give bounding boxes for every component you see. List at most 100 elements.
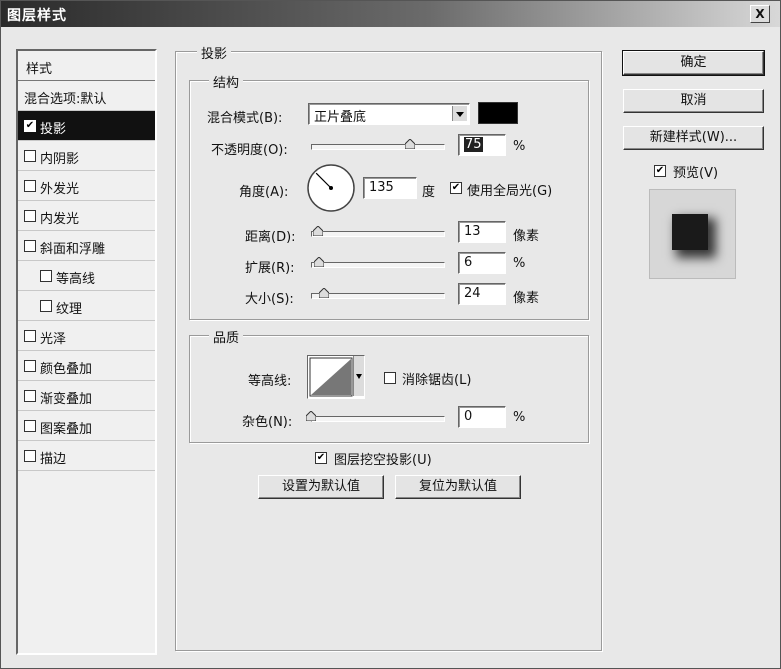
distance-slider-thumb[interactable] — [312, 226, 323, 236]
style-list-item[interactable]: 纹理 — [18, 291, 155, 321]
style-list-item[interactable]: ✔ 投影 — [18, 111, 155, 141]
style-item-label: 内发光 — [40, 212, 80, 227]
knockout-checkbox[interactable]: ✔ — [315, 452, 327, 464]
distance-label: 距离(D): — [245, 230, 296, 245]
contour-label: 等高线: — [248, 374, 292, 389]
spread-input[interactable]: 6 — [458, 252, 506, 274]
knockout-label: 图层挖空投影(U) — [334, 453, 432, 468]
size-value: 24 — [464, 286, 481, 301]
style-checkbox[interactable] — [40, 270, 52, 282]
make-default-button[interactable]: 设置为默认值 — [258, 475, 384, 499]
blend-mode-select[interactable]: 正片叠底 — [308, 103, 470, 125]
angle-unit: 度 — [422, 185, 436, 200]
spread-slider-track[interactable] — [311, 262, 445, 268]
style-checkbox[interactable] — [24, 180, 36, 192]
style-list-item[interactable]: 斜面和浮雕 — [18, 231, 155, 261]
preview-checkbox[interactable]: ✔ — [654, 165, 666, 177]
angle-value: 135 — [369, 180, 394, 195]
opacity-label: 不透明度(O): — [211, 143, 288, 158]
style-list-item[interactable]: 光泽 — [18, 321, 155, 351]
style-checkbox[interactable] — [24, 420, 36, 432]
reset-default-button[interactable]: 复位为默认值 — [395, 475, 521, 499]
spread-value: 6 — [464, 255, 473, 270]
spread-label: 扩展(R): — [245, 261, 295, 276]
style-list-item[interactable]: 外发光 — [18, 171, 155, 201]
style-item-label: 光泽 — [40, 332, 67, 347]
chevron-down-icon[interactable] — [452, 106, 467, 121]
style-list-item[interactable]: 描边 — [18, 441, 155, 471]
angle-input[interactable]: 135 — [363, 177, 417, 199]
style-item-label: 混合选项:默认 — [24, 92, 107, 107]
style-list-item[interactable]: 内阴影 — [18, 141, 155, 171]
style-item-label: 描边 — [40, 452, 67, 467]
contour-picker[interactable] — [307, 355, 365, 399]
cancel-button[interactable]: 取消 — [623, 89, 764, 113]
structure-title: 结构 — [209, 72, 244, 91]
style-checkbox[interactable] — [24, 330, 36, 342]
anti-aliased-label: 消除锯齿(L) — [402, 373, 472, 388]
style-item-label: 颜色叠加 — [40, 362, 93, 377]
angle-dial[interactable] — [306, 163, 356, 213]
opacity-input[interactable]: 75 — [458, 134, 506, 156]
style-checkbox[interactable] — [24, 240, 36, 252]
style-checkbox[interactable] — [40, 300, 52, 312]
anti-aliased-checkbox[interactable] — [384, 372, 396, 384]
angle-label: 角度(A): — [239, 185, 289, 200]
style-item-label: 渐变叠加 — [40, 392, 93, 407]
opacity-slider-track[interactable] — [311, 144, 445, 150]
opacity-unit: % — [513, 139, 526, 154]
shadow-color-swatch[interactable] — [478, 102, 518, 124]
close-button[interactable]: X — [750, 5, 770, 23]
layer-style-dialog: 图层样式 X 样式 混合选项:默认 ✔ 投影内阴影外发光内发光斜面和浮雕等高线纹理光… — [0, 0, 781, 669]
style-checkbox[interactable] — [24, 150, 36, 162]
styles-list-header[interactable]: 样式 — [18, 51, 155, 81]
noise-slider-track[interactable] — [311, 416, 445, 422]
contour-dropdown-icon[interactable] — [353, 356, 364, 396]
style-item-label: 投影 — [40, 122, 67, 137]
use-global-light-checkbox[interactable]: ✔ — [450, 182, 462, 194]
style-item-label: 外发光 — [40, 182, 80, 197]
ok-button[interactable]: 确定 — [622, 50, 765, 76]
style-list-item[interactable]: 渐变叠加 — [18, 381, 155, 411]
noise-slider-thumb[interactable] — [306, 411, 316, 421]
style-preview — [649, 189, 736, 279]
style-list-item[interactable]: 内发光 — [18, 201, 155, 231]
style-list-item[interactable]: 混合选项:默认 — [18, 81, 155, 111]
spread-unit: % — [513, 256, 526, 271]
noise-unit: % — [513, 410, 526, 425]
new-style-button[interactable]: 新建样式(W)... — [623, 126, 764, 150]
style-item-label: 图案叠加 — [40, 422, 93, 437]
size-unit: 像素 — [513, 291, 540, 306]
style-checkbox[interactable] — [24, 210, 36, 222]
opacity-slider-thumb[interactable] — [405, 139, 415, 149]
style-list-item[interactable]: 图案叠加 — [18, 411, 155, 441]
style-checkbox[interactable]: ✔ — [24, 120, 36, 132]
style-checkbox[interactable] — [24, 450, 36, 462]
distance-slider-track[interactable] — [311, 231, 445, 237]
drop-shadow-title: 投影 — [197, 43, 232, 62]
style-item-label: 等高线 — [56, 272, 96, 287]
title-bar[interactable]: 图层样式 X — [1, 1, 780, 27]
styles-list: 样式 混合选项:默认 ✔ 投影内阴影外发光内发光斜面和浮雕等高线纹理光泽颜色叠加渐变… — [16, 49, 157, 655]
style-list-item[interactable]: 颜色叠加 — [18, 351, 155, 381]
quality-title: 品质 — [209, 327, 244, 346]
dialog-title: 图层样式 — [7, 8, 67, 24]
size-slider-track[interactable] — [311, 293, 445, 299]
style-checkbox[interactable] — [24, 360, 36, 372]
blend-mode-label: 混合模式(B): — [207, 111, 283, 126]
distance-unit: 像素 — [513, 229, 540, 244]
blend-mode-value: 正片叠底 — [314, 110, 367, 125]
size-input[interactable]: 24 — [458, 283, 506, 305]
style-list-item[interactable]: 等高线 — [18, 261, 155, 291]
noise-input[interactable]: 0 — [458, 406, 506, 428]
use-global-light-label: 使用全局光(G) — [467, 184, 553, 199]
spread-slider-thumb[interactable] — [313, 257, 324, 267]
style-item-label: 纹理 — [56, 302, 83, 317]
preview-swatch — [672, 214, 708, 250]
size-label: 大小(S): — [245, 292, 294, 307]
style-item-label: 斜面和浮雕 — [40, 242, 106, 257]
size-slider-thumb[interactable] — [319, 288, 330, 298]
style-checkbox[interactable] — [24, 390, 36, 402]
distance-input[interactable]: 13 — [458, 221, 506, 243]
distance-value: 13 — [464, 224, 481, 239]
